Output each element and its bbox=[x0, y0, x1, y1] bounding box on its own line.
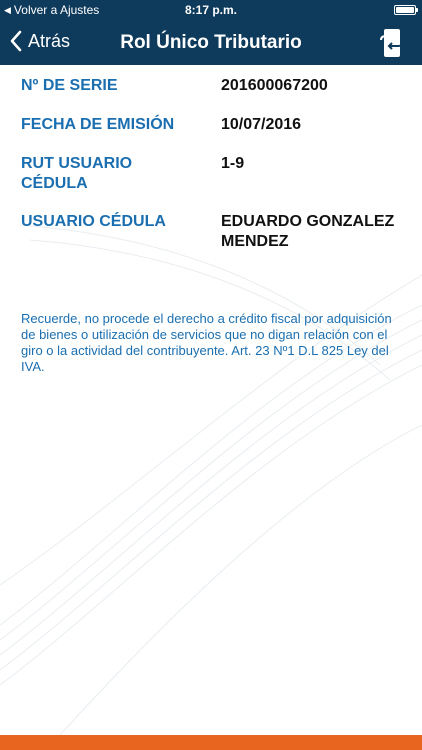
page-title: Rol Único Tributario bbox=[120, 32, 302, 53]
field-label: FECHA DE EMISIÓN bbox=[21, 116, 175, 133]
card-flip-button[interactable] bbox=[378, 28, 406, 58]
field-label: Nº DE SERIE bbox=[21, 77, 118, 94]
field-value: 10/07/2016 bbox=[221, 116, 302, 133]
field-value: 1-9 bbox=[221, 155, 245, 172]
field-value: EDUARDO GONZALEZ MENDEZ bbox=[221, 213, 395, 250]
field-value: 201600067200 bbox=[221, 77, 328, 94]
navigation-bar: Atrás Rol Único Tributario bbox=[0, 20, 422, 65]
field-label: RUT USUARIO CÉDULA bbox=[21, 155, 133, 192]
card-flip-icon bbox=[380, 29, 404, 57]
status-time: 8:17 p.m. bbox=[184, 3, 238, 17]
battery-icon bbox=[394, 5, 418, 15]
field-label: USUARIO CÉDULA bbox=[21, 213, 166, 230]
main-content: Nº DE SERIE 201600067200 FECHA DE EMISIÓ… bbox=[0, 65, 422, 735]
bottom-accent-bar bbox=[0, 735, 422, 750]
tax-notice: Recuerde, no procede el derecho a crédit… bbox=[21, 311, 392, 374]
status-bar: ◀ Volver a Ajustes 8:17 p.m. bbox=[0, 0, 422, 20]
